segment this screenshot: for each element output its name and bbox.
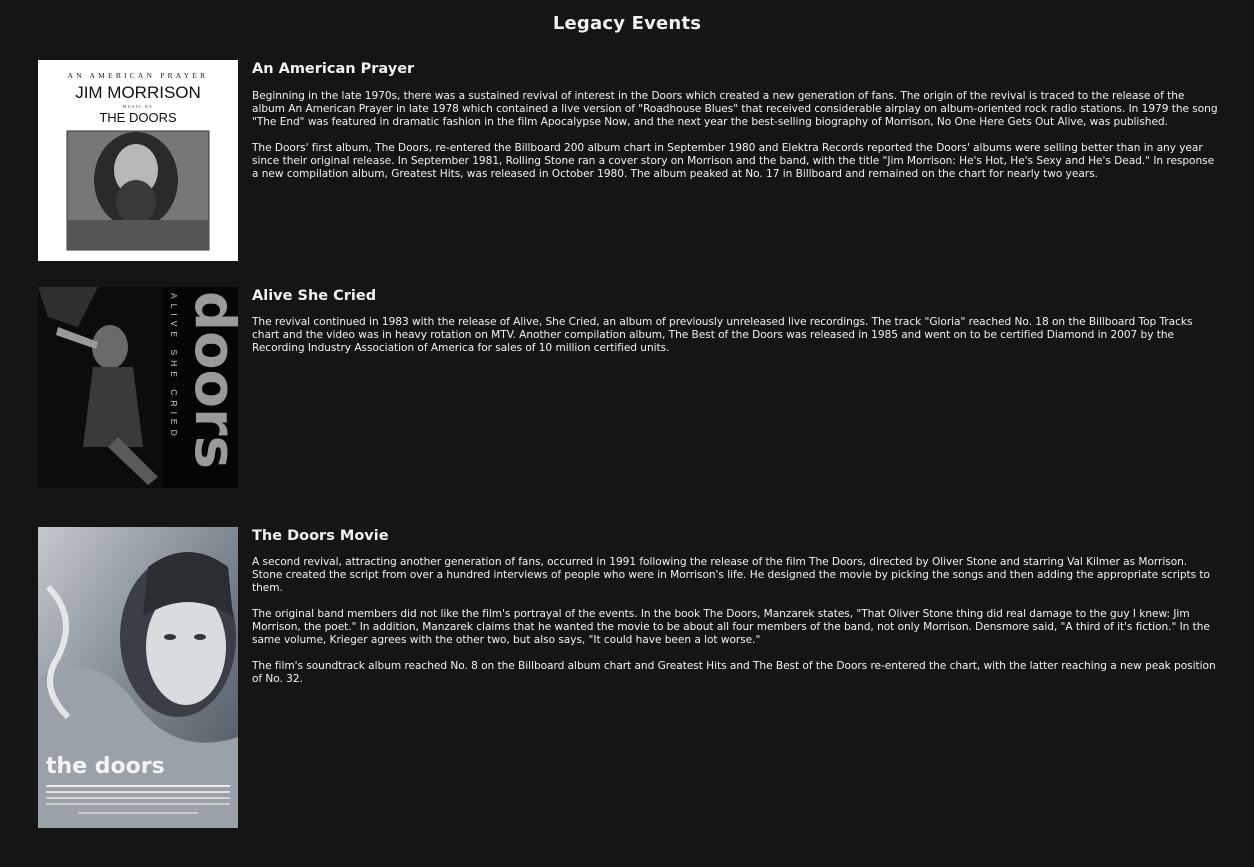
page-title: Legacy Events <box>552 13 702 34</box>
event-title: Alive She Cried <box>252 288 377 304</box>
cover-band: THE DOORS <box>99 110 177 125</box>
cover-top-line: AN AMERICAN PRAYER <box>68 71 209 80</box>
event-paragraph: The original band members did not like t… <box>252 608 1210 646</box>
cover-band: the doors <box>46 754 165 779</box>
cover-band: doors <box>182 291 238 469</box>
movie-poster-the-doors: the doors <box>38 527 238 828</box>
event-paragraph: A second revival, attracting another gen… <box>252 556 1210 594</box>
event-paragraph: The Doors' first album, The Doors, re-en… <box>252 142 1215 180</box>
cover-vertical-text: ALIVE SHE CRIED <box>169 293 179 441</box>
event-paragraph: The film's soundtrack album reached No. … <box>252 660 1216 685</box>
cover-music-by: MUSIC BY <box>122 104 153 109</box>
album-cover-alive-she-cried: ALIVE SHE CRIED doors <box>38 287 238 488</box>
cover-artist: JIM MORRISON <box>75 83 201 102</box>
event-paragraph: Beginning in the late 1970s, there was a… <box>252 90 1218 128</box>
event-paragraph: The revival continued in 1983 with the r… <box>252 316 1193 354</box>
event-title: The Doors Movie <box>252 528 389 544</box>
event-title: An American Prayer <box>252 61 415 77</box>
album-cover-an-american-prayer: AN AMERICAN PRAYER JIM MORRISON MUSIC BY… <box>38 60 238 261</box>
